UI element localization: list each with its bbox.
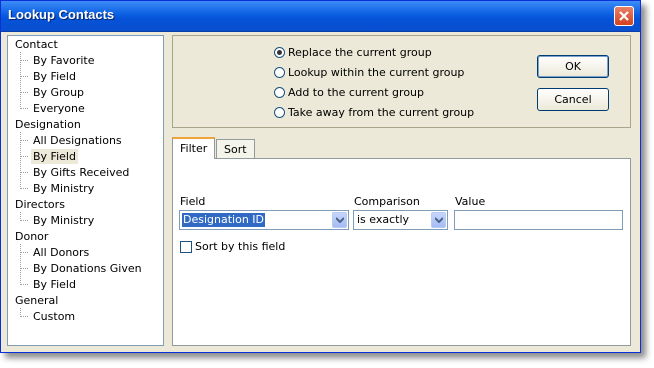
tree-group-directors[interactable]: Directors <box>13 198 67 211</box>
value-label: Value <box>455 195 486 208</box>
comparison-label: Comparison <box>354 195 420 208</box>
tree-item-contact-by-field[interactable]: By Field <box>31 70 78 83</box>
close-icon <box>619 11 629 21</box>
ok-button[interactable]: OK <box>537 55 609 78</box>
comparison-select[interactable]: is exactly <box>353 210 448 230</box>
filter-panel: Field Comparison Value Designation ID is… <box>172 158 631 346</box>
tree-group-general[interactable]: General <box>13 294 60 307</box>
radio-add-to-group[interactable]: Add to the current group <box>274 86 424 99</box>
chevron-down-icon <box>336 217 344 223</box>
dialog-title: Lookup Contacts <box>8 7 115 22</box>
tab-sort[interactable]: Sort <box>216 139 255 159</box>
dropdown-button[interactable] <box>332 212 347 228</box>
tree-item-donor-by-field[interactable]: By Field <box>31 278 78 291</box>
tree-item-donor-all-donors[interactable]: All Donors <box>31 246 91 259</box>
tree-item-general-custom[interactable]: Custom <box>31 310 77 323</box>
radio-replace-current-group[interactable]: Replace the current group <box>274 46 432 59</box>
tree-group-donor[interactable]: Donor <box>13 230 50 243</box>
tree-item-designation-by-ministry[interactable]: By Ministry <box>31 182 96 195</box>
tree-item-contact-everyone[interactable]: Everyone <box>31 102 87 115</box>
tree-item-contact-by-favorite[interactable]: By Favorite <box>31 54 97 67</box>
radio-icon <box>274 87 285 98</box>
tree-item-designation-all-designations[interactable]: All Designations <box>31 134 124 147</box>
title-bar[interactable]: Lookup Contacts <box>1 1 640 32</box>
close-button[interactable] <box>614 6 634 26</box>
field-select-value: Designation ID <box>182 213 266 227</box>
chevron-down-icon <box>435 217 443 223</box>
dropdown-button[interactable] <box>431 212 446 228</box>
radio-lookup-within-group[interactable]: Lookup within the current group <box>274 66 464 79</box>
field-select[interactable]: Designation ID <box>179 210 349 230</box>
radio-icon <box>274 107 285 118</box>
lookup-contacts-dialog: Lookup Contacts Contact By Favorite By F… <box>0 0 641 353</box>
value-input[interactable] <box>454 210 623 230</box>
tree-item-designation-by-field[interactable]: By Field <box>31 149 78 164</box>
tree-group-contact[interactable]: Contact <box>13 38 60 51</box>
comparison-select-value: is exactly <box>357 213 410 226</box>
radio-take-away-from-group[interactable]: Take away from the current group <box>274 106 474 119</box>
radio-selected-icon <box>274 47 285 58</box>
radio-icon <box>274 67 285 78</box>
cancel-button[interactable]: Cancel <box>537 88 609 111</box>
tree-item-contact-by-group[interactable]: By Group <box>31 86 86 99</box>
sort-by-field-checkbox[interactable]: Sort by this field <box>180 240 285 253</box>
checkbox-icon <box>180 240 192 253</box>
lookup-tree[interactable]: Contact By Favorite By Field By Group Ev… <box>7 35 164 346</box>
tab-filter[interactable]: Filter <box>172 137 216 159</box>
tree-item-directors-by-ministry[interactable]: By Ministry <box>31 214 96 227</box>
field-label: Field <box>180 195 206 208</box>
tree-item-designation-by-gifts-received[interactable]: By Gifts Received <box>31 166 131 179</box>
lookup-mode-group: Replace the current group Lookup within … <box>172 35 631 128</box>
tree-group-designation[interactable]: Designation <box>13 118 83 131</box>
tree-item-donor-by-donations-given[interactable]: By Donations Given <box>31 262 144 275</box>
